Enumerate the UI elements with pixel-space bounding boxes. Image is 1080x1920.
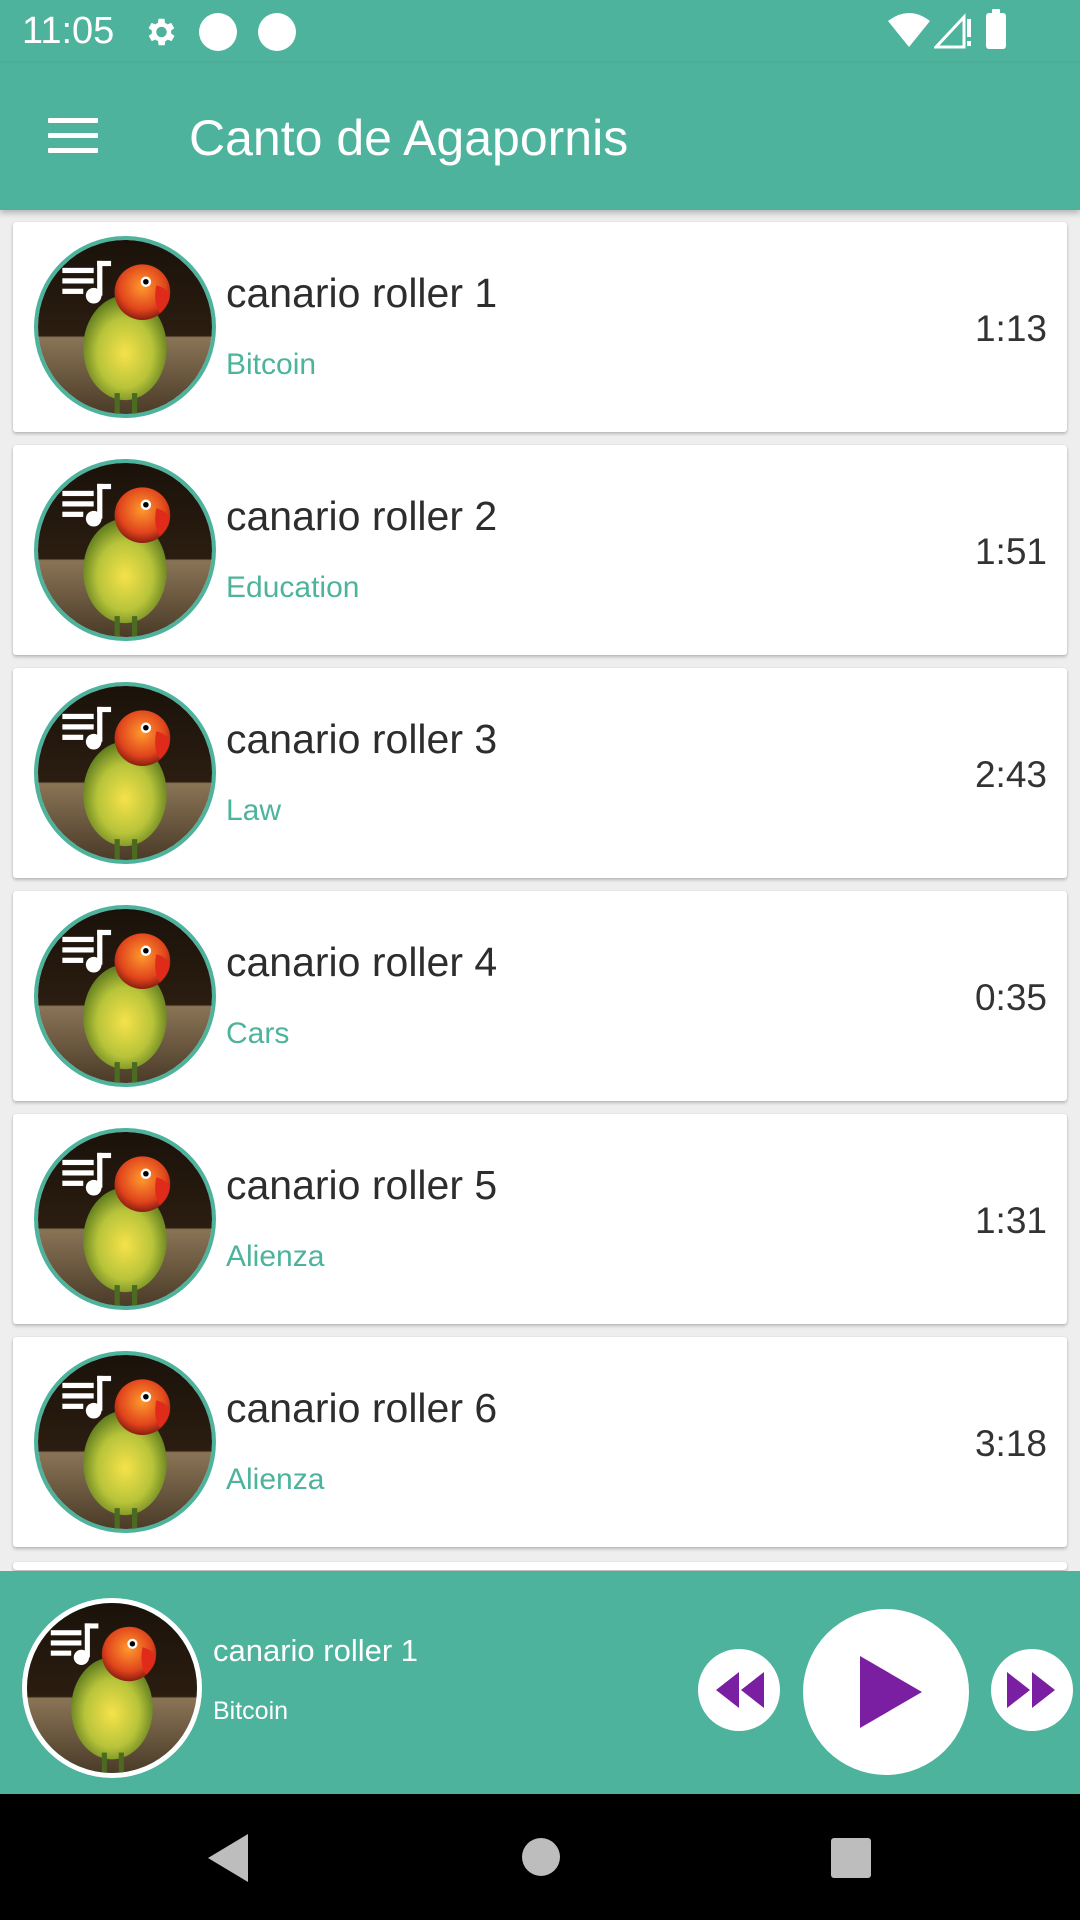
- lovebird-image: [38, 1132, 212, 1306]
- song-card[interactable]: canario roller 5 Alienza 1:31: [13, 1114, 1067, 1324]
- song-thumbnail: [34, 459, 216, 641]
- song-thumbnail: [34, 1128, 216, 1310]
- player-category: Bitcoin: [213, 1697, 289, 1725]
- player-bar: canario roller 1 Bitcoin: [0, 1571, 1080, 1794]
- back-icon[interactable]: [204, 1832, 252, 1884]
- song-thumbnail: [34, 905, 216, 1087]
- navigation-bar: [0, 1794, 1080, 1920]
- song-thumbnail: [34, 682, 216, 864]
- play-icon: [860, 1656, 922, 1728]
- status-bar: 11:05: [0, 0, 1080, 63]
- lovebird-image: [38, 909, 212, 1083]
- rewind-button[interactable]: [698, 1649, 780, 1731]
- song-duration: 0:35: [974, 977, 1047, 1018]
- song-card[interactable]: canario roller 1 Bitcoin 1:13: [13, 222, 1067, 432]
- song-title: canario roller 4: [226, 939, 498, 985]
- notification-dot-icon: [258, 13, 296, 51]
- song-title: canario roller 2: [226, 493, 498, 539]
- song-category: Alienza: [226, 1240, 325, 1273]
- battery-icon: [986, 9, 1006, 49]
- song-title: canario roller 5: [226, 1162, 498, 1208]
- song-duration: 3:18: [974, 1423, 1047, 1464]
- song-duration: 1:13: [974, 308, 1047, 349]
- song-card[interactable]: canario roller 6 Alienza 3:18: [13, 1337, 1067, 1547]
- player-thumbnail: [22, 1598, 202, 1778]
- lovebird-image: [27, 1603, 197, 1773]
- app-title: Canto de Agapornis: [189, 110, 629, 166]
- song-card[interactable]: [13, 1562, 1067, 1570]
- song-card[interactable]: canario roller 3 Law 2:43: [13, 668, 1067, 878]
- home-icon[interactable]: [522, 1838, 560, 1876]
- recents-icon[interactable]: [831, 1838, 871, 1878]
- song-category: Law: [226, 794, 282, 827]
- song-category: Education: [226, 571, 360, 604]
- wifi-icon: [888, 13, 930, 47]
- play-button[interactable]: [803, 1609, 969, 1775]
- signal-icon: [934, 13, 971, 49]
- app-bar: Canto de Agapornis: [0, 63, 1080, 210]
- song-duration: 1:31: [974, 1200, 1047, 1241]
- fast-forward-icon: [1007, 1672, 1055, 1708]
- lovebird-image: [38, 240, 212, 414]
- song-thumbnail: [34, 1351, 216, 1533]
- lovebird-image: [38, 1355, 212, 1529]
- fast-forward-button[interactable]: [991, 1649, 1073, 1731]
- song-title: canario roller 1: [226, 270, 498, 316]
- song-category: Alienza: [226, 1463, 325, 1496]
- song-thumbnail: [34, 236, 216, 418]
- song-title: canario roller 6: [226, 1385, 498, 1431]
- song-duration: 1:51: [974, 531, 1047, 572]
- song-card[interactable]: canario roller 4 Cars 0:35: [13, 891, 1067, 1101]
- song-card[interactable]: canario roller 2 Education 1:51: [13, 445, 1067, 655]
- status-time: 11:05: [22, 10, 115, 52]
- song-category: Bitcoin: [226, 348, 317, 381]
- menu-icon[interactable]: [48, 118, 98, 154]
- song-title: canario roller 3: [226, 716, 498, 762]
- lovebird-image: [38, 463, 212, 637]
- gear-icon: [148, 18, 175, 46]
- player-title: canario roller 1: [213, 1633, 419, 1668]
- song-duration: 2:43: [974, 754, 1047, 795]
- lovebird-image: [38, 686, 212, 860]
- rewind-icon: [716, 1672, 764, 1708]
- notification-dot-icon: [199, 13, 237, 51]
- song-category: Cars: [226, 1017, 290, 1050]
